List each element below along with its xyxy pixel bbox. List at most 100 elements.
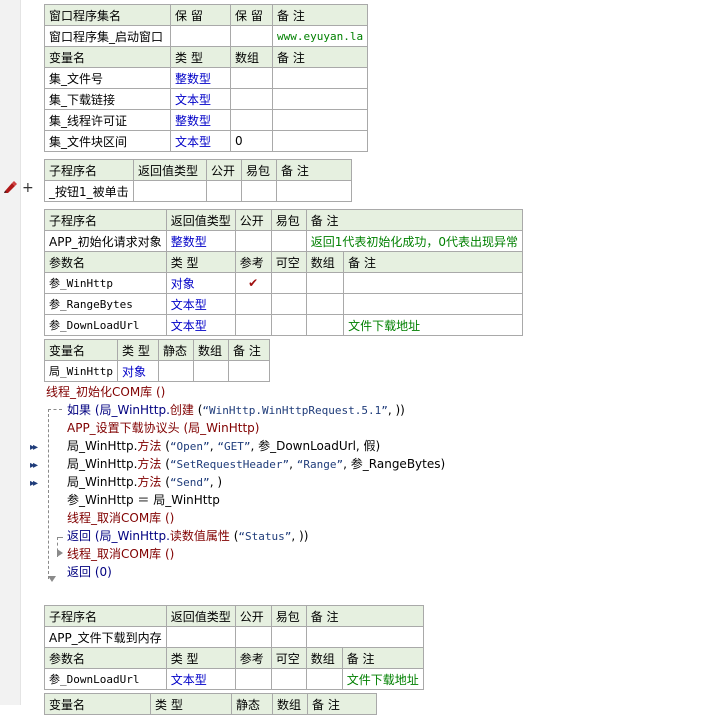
reserved-cell[interactable] xyxy=(170,25,231,47)
static-cell[interactable] xyxy=(158,360,194,382)
code-string: “Status” xyxy=(238,530,292,543)
code-line[interactable]: 返回 (0) xyxy=(67,563,112,581)
code-line[interactable]: 如果 (局_WinHttp.创建 (“WinHttp.WinHttpReques… xyxy=(67,401,405,420)
public-cell[interactable] xyxy=(234,230,272,252)
var-name-cell[interactable]: 集_文件号 xyxy=(44,67,171,89)
var-array-cell[interactable] xyxy=(230,109,273,131)
code-line[interactable]: 局_WinHttp.方法 (“Open”, “GET”, 参_DownLoadU… xyxy=(67,437,380,456)
param-remark-cell[interactable]: 文件下载地址 xyxy=(343,314,523,336)
code-line[interactable]: 线程_初始化COM库 () xyxy=(46,383,165,401)
var-type-cell[interactable]: 对象 xyxy=(117,360,159,382)
double-arrow-icon[interactable]: ▸▸ xyxy=(30,443,38,453)
var-name-cell[interactable]: 集_下载链接 xyxy=(44,88,171,110)
header-cell: 备 注 xyxy=(305,605,424,627)
param-name-cell[interactable]: 参_DownLoadUrl xyxy=(44,668,167,690)
remark-cell[interactable] xyxy=(228,360,270,382)
reference-cell[interactable] xyxy=(234,668,272,690)
reference-cell[interactable] xyxy=(234,314,272,336)
subroutine-name-cell[interactable]: _按钮1_被单击 xyxy=(44,180,134,202)
var-remark-cell[interactable] xyxy=(271,130,369,152)
reference-cell[interactable] xyxy=(234,293,272,315)
var-remark-cell[interactable] xyxy=(271,88,369,110)
epackage-cell[interactable] xyxy=(270,230,307,252)
param-type-cell[interactable]: 文本型 xyxy=(165,314,236,336)
var-type-cell[interactable]: 整数型 xyxy=(170,109,231,131)
var-name-cell[interactable]: 集_文件块区间 xyxy=(44,130,171,152)
flow-arrow-icon xyxy=(57,549,63,557)
header-cell: 数组 xyxy=(272,693,308,715)
param-remark-cell[interactable]: 文件下载地址 xyxy=(341,668,424,690)
return-type-cell[interactable] xyxy=(165,626,236,648)
code-text: , )) xyxy=(291,529,309,543)
subroutine-name-cell[interactable]: APP_初始化请求对象 xyxy=(44,230,167,252)
var-array-cell[interactable] xyxy=(230,88,273,110)
header-cell: 静态 xyxy=(231,693,273,715)
assembly-name-cell[interactable]: 窗口程序集_启动窗口 xyxy=(44,25,171,47)
var-type-cell[interactable]: 文本型 xyxy=(170,88,231,110)
remark-cell[interactable] xyxy=(305,626,424,648)
return-type-cell[interactable] xyxy=(133,180,207,202)
double-arrow-icon[interactable]: ▸▸ xyxy=(30,461,38,471)
header-cell: 子程序名 xyxy=(44,209,167,231)
header-cell: 变量名 xyxy=(44,693,151,715)
param-remark-cell[interactable] xyxy=(343,293,523,315)
param-name-cell[interactable]: 参_WinHttp xyxy=(44,272,167,294)
flow-down-arrow-icon xyxy=(48,576,56,582)
code-line[interactable]: 局_WinHttp.方法 (“Send”, ) xyxy=(67,473,222,492)
var-array-cell[interactable]: 0 xyxy=(230,130,273,152)
code-method: 方法 xyxy=(137,457,162,471)
code-line[interactable]: 局_WinHttp.方法 (“SetRequestHeader”, “Range… xyxy=(67,455,445,474)
var-remark-cell[interactable] xyxy=(271,67,369,89)
plus-icon[interactable]: + xyxy=(22,181,34,195)
reserved-cell[interactable] xyxy=(230,25,273,47)
public-cell[interactable] xyxy=(206,180,242,202)
param-name-cell[interactable]: 参_RangeBytes xyxy=(44,293,167,315)
code-line[interactable]: 线程_取消COM库 () xyxy=(67,545,174,563)
code-text: , 参_RangeBytes) xyxy=(343,457,446,471)
array-cell[interactable] xyxy=(305,668,343,690)
var-name-cell[interactable]: 集_线程许可证 xyxy=(44,109,171,131)
subroutine-name-cell[interactable]: APP_文件下载到内存 xyxy=(44,626,167,648)
code-text: ( xyxy=(161,475,170,489)
param-type-cell[interactable]: 文本型 xyxy=(165,293,236,315)
double-arrow-icon[interactable]: ▸▸ xyxy=(30,479,38,489)
param-type-cell[interactable]: 对象 xyxy=(165,272,236,294)
remark-cell[interactable]: www.eyuyan.la xyxy=(271,25,369,47)
header-cell: 公开 xyxy=(206,159,242,181)
check-icon[interactable]: ✔ xyxy=(234,272,272,294)
code-line[interactable]: APP_设置下载协议头 (局_WinHttp) xyxy=(67,419,259,437)
var-type-cell[interactable]: 整数型 xyxy=(170,67,231,89)
code-line[interactable]: 返回 (局_WinHttp.读数值属性 (“Status”, )) xyxy=(67,527,308,546)
table-row: 集_文件块区间 文本型 0 xyxy=(44,130,369,152)
code-method: 创建 xyxy=(169,403,194,417)
var-name-cell[interactable]: 局_WinHttp xyxy=(44,360,118,382)
code-line[interactable]: 参_WinHttp ＝ 局_WinHttp xyxy=(67,491,220,509)
nullable-cell[interactable] xyxy=(270,314,307,336)
array-cell[interactable] xyxy=(305,314,345,336)
array-cell[interactable] xyxy=(305,293,345,315)
epackage-cell[interactable] xyxy=(270,626,307,648)
header-cell: 备 注 xyxy=(305,209,523,231)
nullable-cell[interactable] xyxy=(270,272,307,294)
array-cell[interactable] xyxy=(193,360,229,382)
var-array-cell[interactable] xyxy=(230,67,273,89)
array-cell[interactable] xyxy=(305,272,345,294)
epackage-cell[interactable] xyxy=(241,180,277,202)
param-remark-cell[interactable] xyxy=(343,272,523,294)
code-method: 方法 xyxy=(137,439,162,453)
nullable-cell[interactable] xyxy=(270,668,307,690)
code-string: “Range” xyxy=(296,458,344,471)
code-method: 方法 xyxy=(137,475,162,489)
public-cell[interactable] xyxy=(234,626,272,648)
remark-cell[interactable] xyxy=(276,180,352,202)
param-type-cell[interactable]: 文本型 xyxy=(165,668,236,690)
pencil-icon[interactable] xyxy=(3,180,17,194)
code-line[interactable]: 线程_取消COM库 () xyxy=(67,509,174,527)
remark-cell[interactable]: 返回1代表初始化成功，0代表出现异常 xyxy=(305,230,523,252)
var-type-cell[interactable]: 文本型 xyxy=(170,130,231,152)
code-string: “WinHttp.WinHttpRequest.5.1” xyxy=(202,404,388,417)
param-name-cell[interactable]: 参_DownLoadUrl xyxy=(44,314,167,336)
var-remark-cell[interactable] xyxy=(271,109,369,131)
return-type-cell[interactable]: 整数型 xyxy=(165,230,236,252)
nullable-cell[interactable] xyxy=(270,293,307,315)
